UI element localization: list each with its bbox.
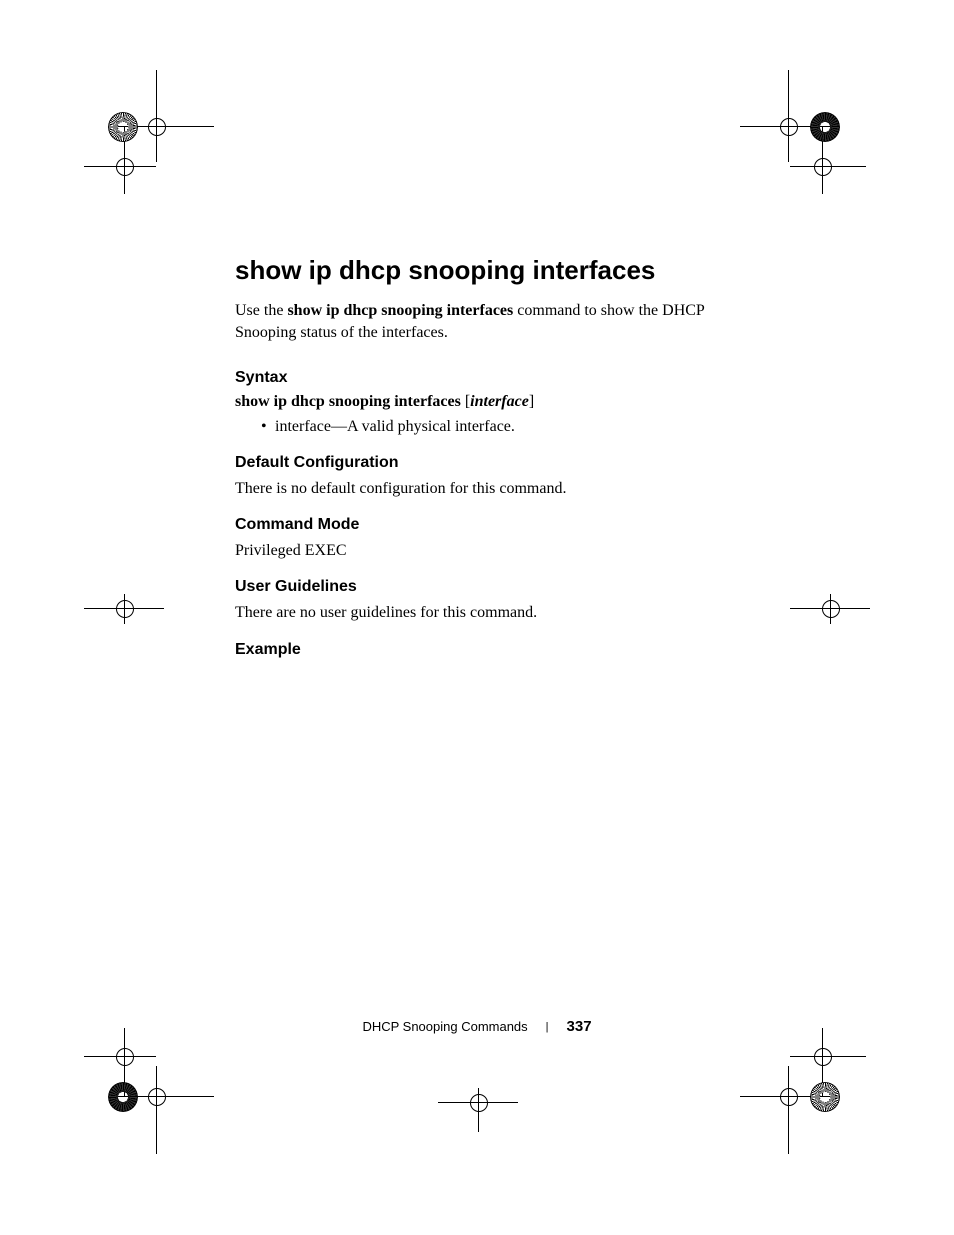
registration-mark-bottom-right — [740, 1028, 860, 1148]
syntax-bullet: • interface—A valid physical interface. — [261, 417, 725, 438]
registration-mark-mid-left — [84, 594, 164, 634]
syntax-open-bracket: [ — [461, 393, 470, 410]
syntax-heading: Syntax — [235, 369, 725, 387]
page-footer: DHCP Snooping Commands | 337 — [0, 1018, 954, 1036]
syntax-close-bracket: ] — [529, 393, 534, 410]
syntax-param: interface — [470, 393, 529, 410]
user-guidelines-heading: User Guidelines — [235, 578, 725, 596]
intro-command-bold: show ip dhcp snooping interfaces — [287, 302, 513, 319]
page-title: show ip dhcp snooping interfaces — [235, 255, 725, 286]
syntax-cmd-bold: show ip dhcp snooping interfaces — [235, 393, 461, 410]
page: show ip dhcp snooping interfaces Use the… — [0, 0, 954, 1235]
default-config-heading: Default Configuration — [235, 454, 725, 472]
footer-page-number: 337 — [567, 1018, 592, 1035]
command-mode-body: Privileged EXEC — [235, 540, 725, 562]
bullet-icon: • — [261, 417, 275, 438]
command-mode-heading: Command Mode — [235, 516, 725, 534]
default-config-body: There is no default configuration for th… — [235, 478, 725, 500]
user-guidelines-body: There are no user guidelines for this co… — [235, 602, 725, 624]
registration-mark-top-left — [84, 70, 204, 190]
syntax-bullet-text: interface—A valid physical interface. — [275, 417, 515, 438]
footer-section-name: DHCP Snooping Commands — [362, 1019, 527, 1034]
registration-mark-mid-right — [790, 594, 870, 634]
registration-mark-bottom-left — [84, 1028, 204, 1148]
intro-pre: Use the — [235, 302, 287, 319]
registration-mark-top-right — [740, 70, 860, 190]
example-heading: Example — [235, 641, 725, 659]
footer-separator-icon: | — [546, 1021, 549, 1033]
intro-paragraph: Use the show ip dhcp snooping interfaces… — [235, 300, 725, 345]
content-area: show ip dhcp snooping interfaces Use the… — [235, 255, 725, 665]
registration-mark-bottom-center — [438, 1088, 518, 1138]
syntax-line: show ip dhcp snooping interfaces [interf… — [235, 393, 725, 411]
